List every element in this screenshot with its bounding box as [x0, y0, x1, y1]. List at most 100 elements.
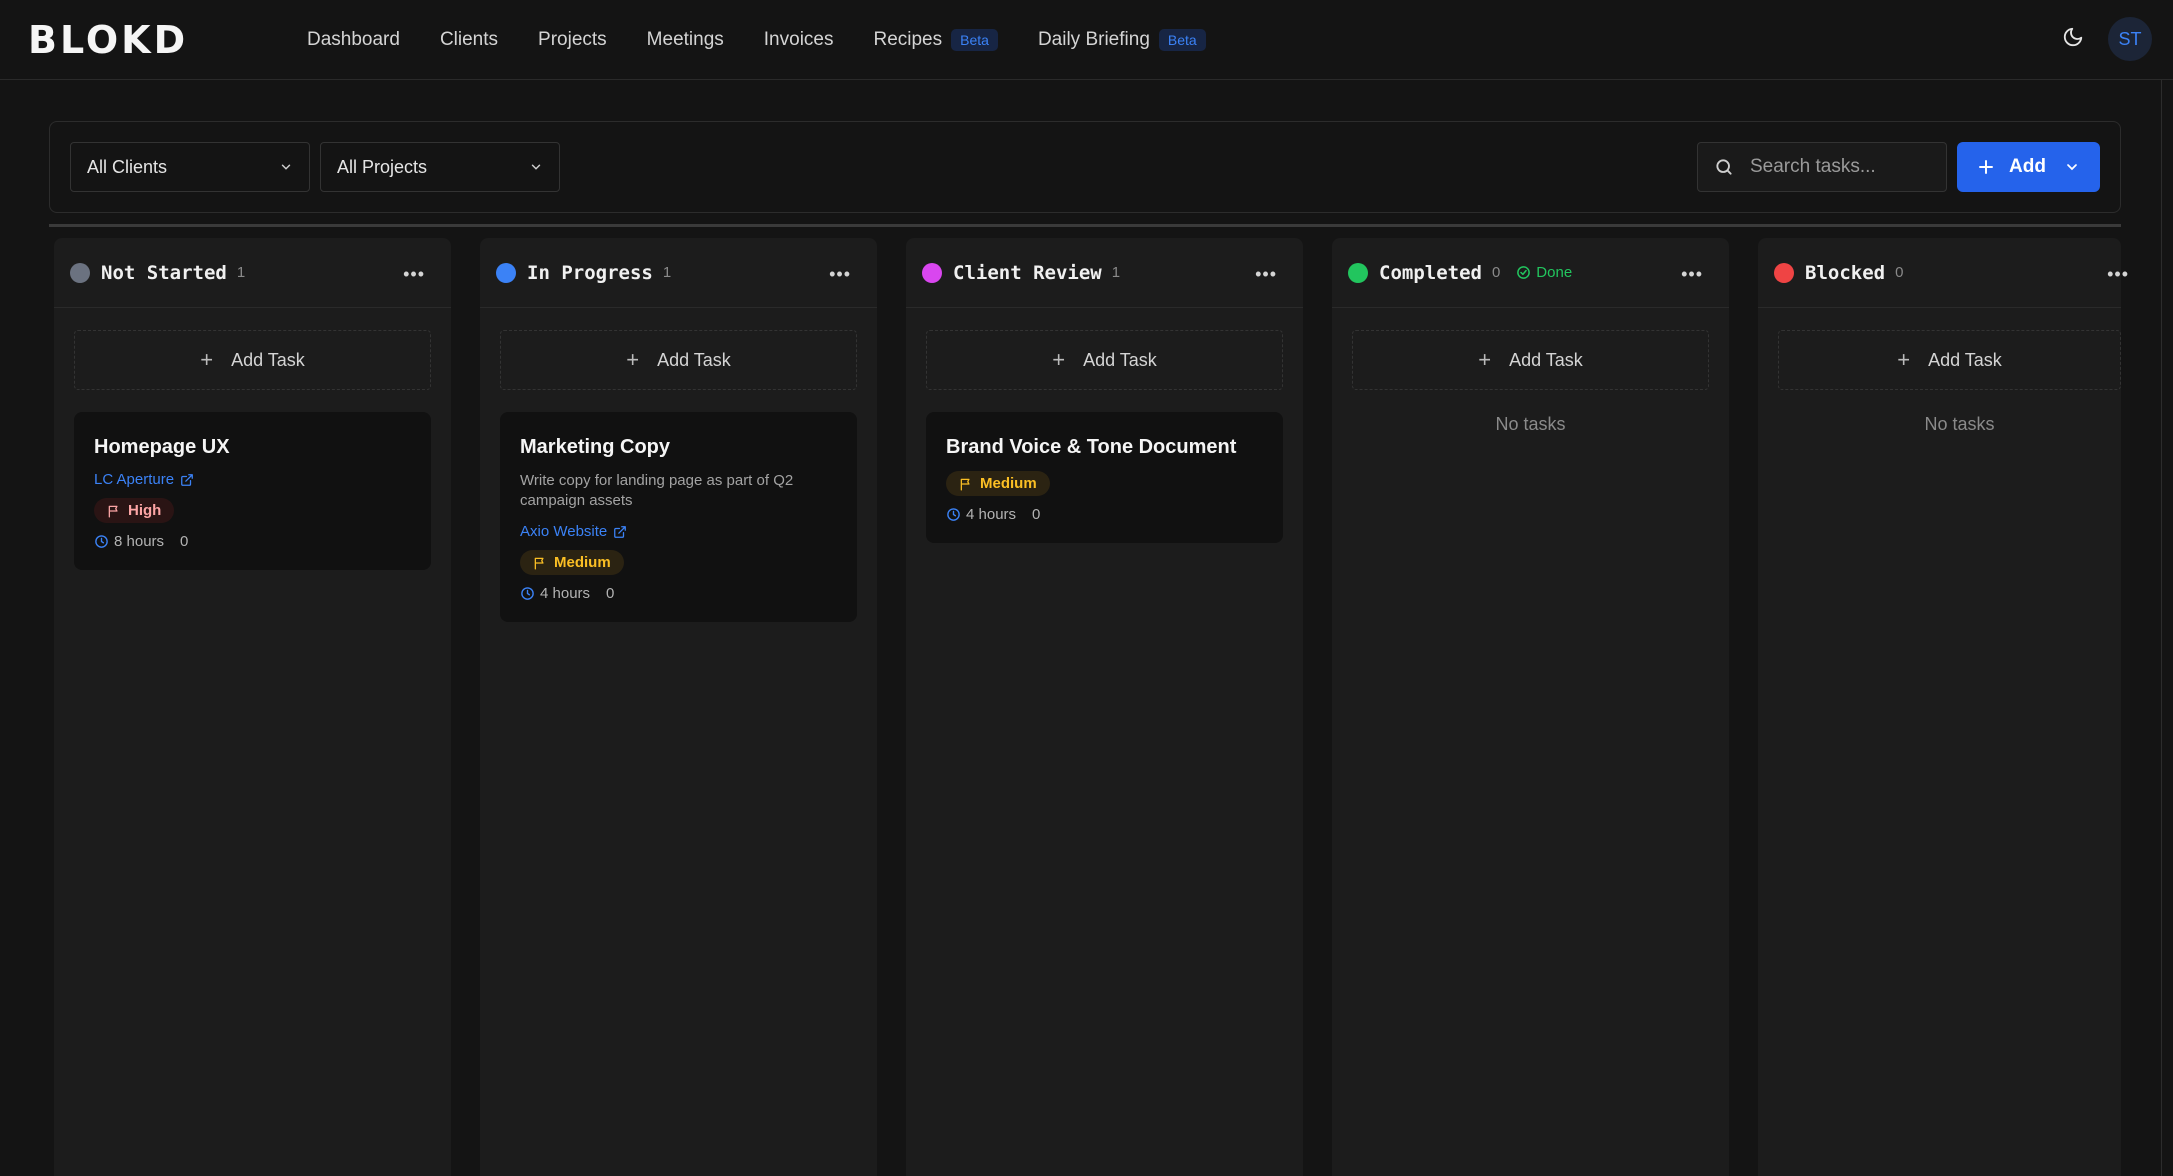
more-options-icon[interactable]: ••• — [2107, 264, 2129, 285]
nav-projects[interactable]: Projects — [538, 29, 607, 51]
add-task-button[interactable]: + Add Task — [926, 330, 1283, 390]
nav-label: Meetings — [646, 29, 724, 50]
user-avatar[interactable]: ST — [2108, 17, 2152, 61]
client-name: LC Aperture — [94, 471, 175, 488]
nav-label: Dashboard — [307, 29, 400, 50]
column-header: In Progress 1 ••• — [480, 238, 877, 308]
chevron-down-icon — [531, 164, 541, 170]
task-title: Brand Voice & Tone Document — [946, 436, 1237, 458]
task-hours: 8 hours — [114, 533, 165, 550]
task-hours: 4 hours — [966, 506, 1017, 523]
empty-state: No tasks — [1495, 414, 1566, 434]
flag-icon — [108, 505, 118, 517]
add-task-label: Add Task — [231, 349, 305, 370]
add-button-label: Add — [2009, 156, 2046, 177]
clock-icon — [95, 535, 108, 548]
column-header: Not Started 1 ••• — [54, 238, 451, 308]
add-task-button[interactable]: + Add Task — [74, 330, 431, 390]
priority-label: Medium — [554, 554, 611, 571]
status-dot — [1774, 262, 1794, 283]
nav-label: Projects — [538, 29, 607, 50]
nav-daily-briefing[interactable]: Daily Briefing Beta — [1038, 29, 1206, 51]
scrollbar-track[interactable] — [2161, 80, 2162, 1176]
add-task-label: Add Task — [1083, 349, 1157, 370]
client-select-value: All Clients — [87, 156, 168, 177]
nav-dashboard[interactable]: Dashboard — [307, 29, 400, 51]
add-task-button[interactable]: + Add Task — [500, 330, 857, 390]
client-select[interactable]: All Clients — [70, 142, 310, 192]
add-task-label: Add Task — [1928, 349, 2002, 370]
column-client-review: Client Review 1 ••• + Add Task Brand Voi… — [906, 238, 1303, 1176]
nav-label: Clients — [439, 29, 499, 50]
column-title: Not Started — [101, 261, 227, 284]
column-title: Completed — [1379, 261, 1482, 284]
task-description: Write copy for landing page as part of Q… — [520, 472, 794, 509]
task-comment-count: 0 — [180, 533, 189, 550]
column-in-progress: In Progress 1 ••• + Add Task Marketing C… — [480, 238, 877, 1176]
logo-text: BLOKD — [28, 22, 188, 56]
plus-icon: + — [1897, 347, 1911, 372]
more-options-icon[interactable]: ••• — [1681, 264, 1703, 285]
column-count: 1 — [236, 264, 246, 281]
nav-recipes[interactable]: Recipes Beta — [873, 29, 998, 51]
task-meta: 4 hours 0 — [946, 506, 1263, 523]
client-name: Axio Website — [520, 523, 608, 540]
search-icon — [1716, 159, 1732, 175]
column-header: Client Review 1 ••• — [906, 238, 1303, 308]
nav-label: Recipes — [873, 29, 943, 50]
task-hours: 4 hours — [540, 585, 591, 602]
task-meta: 8 hours 0 — [94, 533, 411, 550]
main-nav: Dashboard Clients Projects Meetings Invo… — [307, 0, 1246, 80]
column-count: 1 — [1111, 264, 1121, 281]
filter-bar: All Clients All Projects Search tasks...… — [49, 121, 2121, 213]
external-link-icon — [181, 473, 193, 486]
nav-clients[interactable]: Clients — [440, 29, 498, 51]
nav-invoices[interactable]: Invoices — [764, 29, 834, 51]
nav-label: Invoices — [763, 29, 834, 50]
column-header: Blocked 0 ••• — [1758, 238, 2128, 308]
task-title: Marketing Copy — [520, 436, 671, 458]
task-title: Homepage UX — [94, 436, 230, 458]
plus-icon: + — [1478, 347, 1492, 372]
chevron-down-icon[interactable] — [2064, 159, 2080, 175]
moon-icon[interactable] — [2062, 26, 2084, 48]
done-badge: Done — [1516, 264, 1572, 281]
column-count: 0 — [1895, 264, 1904, 281]
client-link[interactable]: LC Aperture — [94, 471, 411, 488]
add-task-button[interactable]: + Add Task — [1352, 330, 1709, 390]
add-task-label: Add Task — [657, 349, 731, 370]
add-button[interactable]: Add — [1957, 142, 2100, 192]
check-circle-icon — [1517, 266, 1531, 279]
column-title: In Progress — [527, 261, 653, 284]
task-card[interactable]: Brand Voice & Tone Document Medium 4 hou… — [926, 412, 1283, 543]
done-label: Done — [1536, 264, 1573, 281]
column-title: Blocked — [1805, 261, 1886, 284]
task-meta: 4 hours 0 — [520, 585, 837, 602]
nav-meetings[interactable]: Meetings — [647, 29, 724, 51]
column-count: 1 — [662, 264, 672, 281]
status-dot — [496, 262, 516, 283]
task-card[interactable]: Marketing Copy Write copy for landing pa… — [500, 412, 857, 622]
priority-badge: Medium — [520, 550, 624, 575]
more-options-icon[interactable]: ••• — [829, 264, 851, 285]
column-title: Client Review — [953, 261, 1102, 284]
more-options-icon[interactable]: ••• — [403, 264, 425, 285]
more-options-icon[interactable]: ••• — [1255, 264, 1277, 285]
status-dot — [1348, 262, 1368, 283]
task-comment-count: 0 — [1032, 506, 1041, 523]
blokd-logo[interactable]: BLOKD — [28, 22, 243, 56]
client-link[interactable]: Axio Website — [520, 523, 837, 540]
nav-label: Daily Briefing — [1037, 29, 1150, 50]
external-link-icon — [614, 525, 627, 538]
priority-badge: Medium — [946, 471, 1050, 496]
flag-icon — [960, 478, 970, 490]
task-comment-count: 0 — [606, 585, 615, 602]
plus-icon: + — [626, 347, 640, 372]
add-task-button[interactable]: + Add Task — [1778, 330, 2121, 390]
project-select[interactable]: All Projects — [320, 142, 560, 192]
search-input[interactable]: Search tasks... — [1697, 142, 1947, 192]
task-card[interactable]: Homepage UX LC Aperture High 8 hours 0 — [74, 412, 431, 570]
clock-icon — [947, 508, 960, 521]
status-dot — [922, 262, 942, 283]
beta-badge: Beta — [951, 29, 998, 51]
